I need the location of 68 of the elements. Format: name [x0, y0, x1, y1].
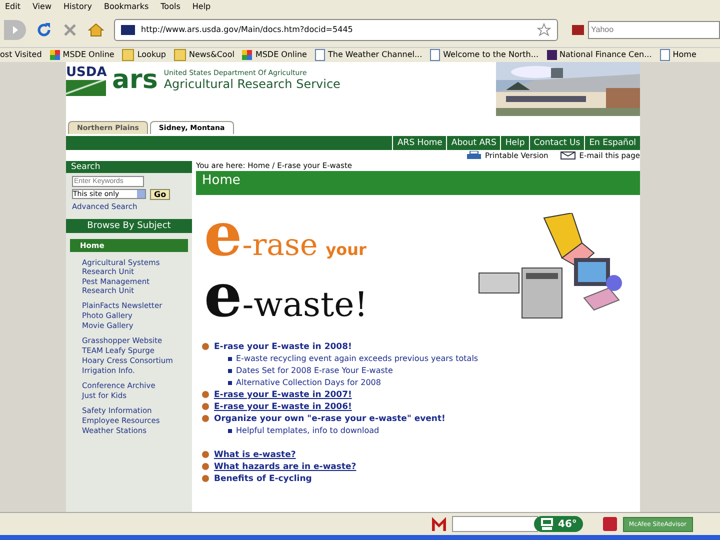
page-title: Home — [196, 170, 640, 195]
bookmark[interactable]: Lookup — [122, 48, 166, 61]
bullet-icon — [228, 356, 232, 361]
browse-heading: Browse By Subject — [66, 218, 192, 233]
bullet-icon — [202, 343, 209, 350]
go-button[interactable]: Go — [150, 188, 170, 200]
article-link[interactable]: Organize your own "e-rase your e-waste" event! — [214, 414, 446, 424]
bookmark[interactable]: MSDE Online — [50, 50, 114, 60]
nav-link[interactable]: ARS Home — [392, 136, 446, 150]
stop-icon[interactable] — [62, 22, 78, 38]
bookmark[interactable]: The Weather Channel... — [314, 48, 422, 61]
nav-link[interactable]: En Español — [584, 136, 640, 150]
menu-item[interactable]: Help — [192, 2, 211, 11]
reload-icon[interactable] — [36, 22, 52, 38]
nav-link[interactable]: Help — [500, 136, 529, 150]
article-link[interactable]: What is e-waste? — [214, 450, 296, 460]
printer-icon — [466, 150, 482, 160]
search-heading: Search — [66, 160, 192, 173]
nav-link[interactable]: About ARS — [446, 136, 500, 150]
monitor-icon — [540, 518, 554, 530]
weather-badge[interactable]: 46° — [534, 516, 583, 532]
bullet-icon — [202, 451, 209, 458]
bullet-icon — [202, 463, 209, 470]
search-field[interactable]: Yahoo — [588, 20, 720, 39]
star-icon[interactable] — [537, 22, 551, 37]
bullet-icon — [228, 368, 232, 373]
banner-word: -rase — [242, 226, 318, 265]
bookmark[interactable]: Home — [660, 48, 696, 61]
bullet-icon — [228, 428, 232, 433]
sub-link[interactable]: Dates Set for 2008 E-rase Your E-waste — [236, 366, 393, 376]
menu-item[interactable]: Bookmarks — [104, 2, 149, 11]
sub-link[interactable]: E-waste recycling event again exceeds previous years totals — [236, 354, 478, 364]
banner-letter: e — [204, 210, 242, 260]
home-icon[interactable] — [88, 22, 104, 38]
banner-word: -waste! — [242, 284, 368, 326]
article-link[interactable]: E-rase your E-waste in 2006! — [214, 402, 352, 412]
service-name: Agricultural Research Service — [164, 76, 340, 91]
mcafee-icon — [432, 517, 446, 531]
bullet-icon — [202, 391, 209, 398]
bullet-icon — [228, 380, 232, 385]
bullet-icon — [202, 403, 209, 410]
bookmark[interactable]: News&Cool — [174, 48, 234, 61]
article-link[interactable]: Benefits of E-cycling — [214, 474, 312, 484]
ars-logo: ars — [112, 66, 158, 94]
bookmark[interactable]: Welcome to the North... — [430, 48, 538, 61]
address-field[interactable]: http://www.ars.usda.gov/Main/docs.htm?docid=5445 — [114, 18, 558, 41]
article-link[interactable]: What hazards are in e-waste? — [214, 462, 356, 472]
menu-item[interactable]: Tools — [160, 2, 180, 11]
menu-item[interactable]: View — [32, 2, 52, 11]
article-link[interactable]: E-rase your E-waste in 2007! — [214, 390, 352, 400]
banner-letter: e — [204, 270, 242, 321]
arrow-icon — [10, 24, 20, 35]
bullet-icon — [202, 415, 209, 422]
article-link[interactable]: E-rase your E-waste in 2008! — [214, 342, 352, 352]
site-icon — [121, 24, 135, 35]
menu-item[interactable]: History — [63, 2, 92, 11]
nav-link[interactable]: Contact Us — [528, 136, 584, 150]
sub-link[interactable]: Helpful templates, info to download — [236, 426, 380, 436]
bullet-icon — [202, 475, 209, 482]
envelope-icon — [560, 150, 576, 160]
bookmark[interactable]: ost Visited — [0, 50, 42, 60]
bookmark[interactable]: MSDE Online — [242, 50, 307, 60]
bookmark[interactable]: National Finance Cen... — [546, 50, 652, 60]
sub-link[interactable]: Alternative Collection Days for 2008 — [236, 378, 381, 388]
banner-word: your — [326, 238, 366, 261]
status-search-field[interactable] — [452, 516, 538, 532]
usda-logo: USDA — [66, 66, 106, 96]
menu-item[interactable]: Edit — [5, 2, 20, 11]
